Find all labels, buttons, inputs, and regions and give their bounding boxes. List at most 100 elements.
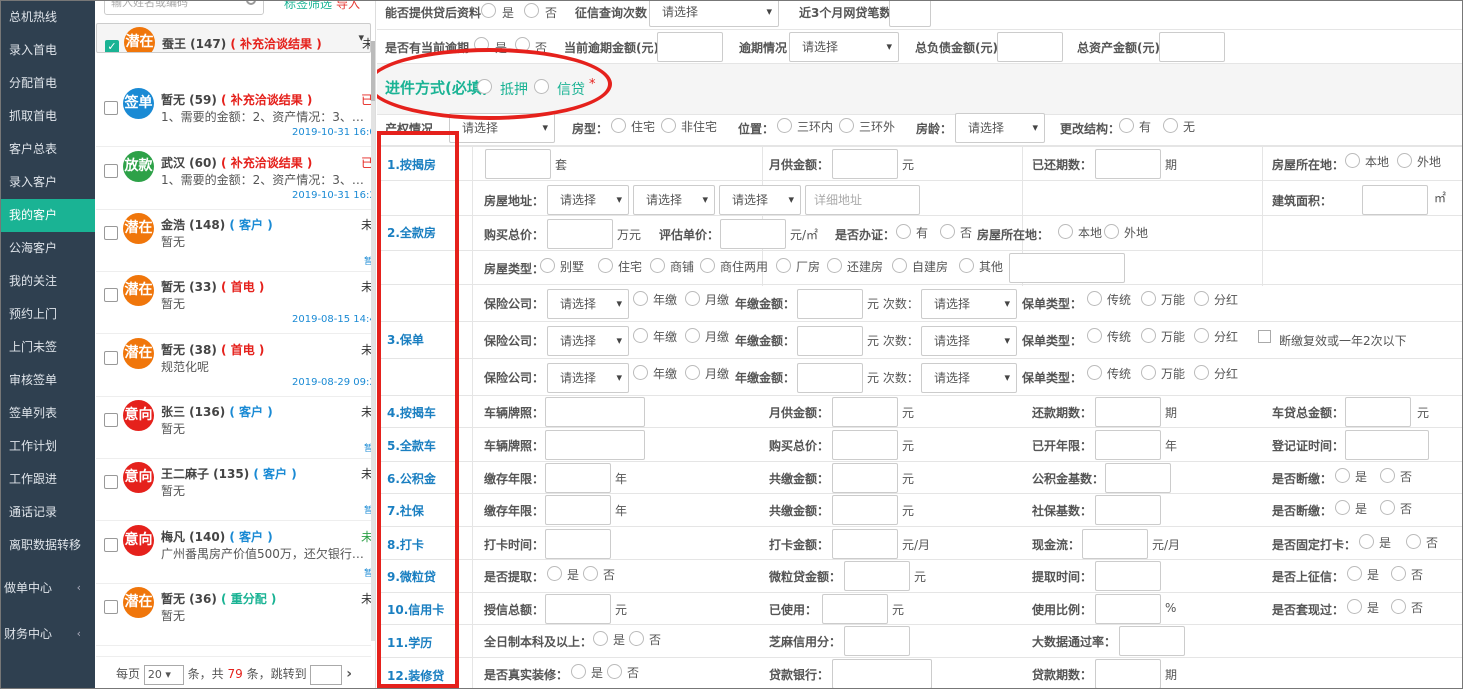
list-item[interactable]: 意向 王二麻子 (135) ( 客户 ) 未暂无暂 (96, 459, 373, 521)
social-total-input[interactable] (832, 495, 898, 525)
select-dropdown[interactable]: 请选择 (921, 326, 1017, 356)
sidebar-item[interactable]: 工作跟进 (1, 463, 95, 496)
customer-name[interactable]: 暂无 (36) ( 重分配 ) (161, 590, 276, 607)
credit-limit-input[interactable] (545, 594, 611, 624)
import-link[interactable]: 导入 (336, 1, 360, 12)
zhima-score-input[interactable] (844, 626, 910, 656)
annual-amount-input[interactable] (797, 363, 863, 393)
radio-button[interactable] (661, 118, 676, 133)
withdraw-time-input[interactable] (1095, 561, 1161, 591)
select-dropdown[interactable]: 请选择 (955, 113, 1045, 143)
radio-button[interactable] (940, 224, 955, 239)
radio-button[interactable] (524, 3, 539, 18)
radio-button[interactable] (1380, 468, 1395, 483)
radio-button[interactable] (896, 224, 911, 239)
punch-time-input[interactable] (545, 529, 611, 559)
sidebar-item[interactable]: 公海客户 (1, 232, 95, 265)
radio-button[interactable] (1359, 534, 1374, 549)
sidebar-item[interactable]: 录入首电 (1, 34, 95, 67)
radio-button[interactable] (633, 291, 648, 306)
car-plate-input[interactable] (545, 430, 645, 460)
list-item-checkbox[interactable] (104, 538, 118, 552)
radio-button[interactable] (1406, 534, 1421, 549)
radio-button[interactable] (1347, 566, 1362, 581)
radio-button[interactable] (1141, 291, 1156, 306)
list-item-checkbox[interactable] (104, 164, 118, 178)
monthly-payment-input[interactable] (832, 149, 898, 179)
radio-button[interactable] (1141, 365, 1156, 380)
sidebar-item[interactable]: 抓取首电 (1, 100, 95, 133)
customer-name[interactable]: 金浩 (148) ( 客户 ) (161, 216, 273, 233)
radio-button[interactable] (685, 365, 700, 380)
radio-button[interactable] (633, 365, 648, 380)
select-dropdown[interactable]: 请选择 (633, 185, 715, 215)
per-page-select[interactable]: 20 ▾ (143, 664, 184, 685)
radio-button[interactable] (607, 664, 622, 679)
list-item[interactable]: 放款 武汉 (60) ( 补充洽谈结果 ) 已 1、需要的金额：2、资产情况：3、工.… (96, 148, 375, 210)
sidebar-section[interactable]: 做单中心 ‹ (1, 568, 95, 608)
select-dropdown[interactable]: 请选择 (547, 289, 629, 319)
list-item-checkbox[interactable] (104, 475, 118, 489)
address-detail-input[interactable]: 详细地址 (805, 185, 920, 215)
list-item-checkbox[interactable] (104, 288, 118, 302)
cash-flow-input[interactable] (1082, 529, 1148, 559)
car-periods-input[interactable] (1095, 397, 1161, 427)
customer-name[interactable]: 张三 (136) ( 客户 ) (161, 403, 273, 420)
sidebar-item[interactable]: 签单列表 (1, 397, 95, 430)
radio-button[interactable] (959, 258, 974, 273)
fund-total-input[interactable] (832, 463, 898, 493)
car-monthly-input[interactable] (832, 397, 898, 427)
customer-name[interactable]: 武汉 (60) ( 补充洽谈结果 ) (161, 154, 312, 171)
select-dropdown[interactable]: 请选择 (921, 363, 1017, 393)
total-debt-input[interactable] (997, 32, 1063, 62)
other-type-input[interactable] (1009, 253, 1125, 283)
social-base-input[interactable] (1095, 495, 1161, 525)
radio-button[interactable] (1335, 500, 1350, 515)
radio-button[interactable] (1119, 118, 1134, 133)
radio-button[interactable] (685, 328, 700, 343)
select-dropdown[interactable]: 请选择 (921, 289, 1017, 319)
list-scrollbar-thumb[interactable] (371, 41, 375, 101)
online-loan-count-input[interactable] (889, 1, 931, 27)
list-item[interactable]: ✓潜在蚕王 (147) ( 补充洽谈结果 )未暂无2019-10-28 16:0… (96, 23, 371, 53)
sidebar-item[interactable]: 客户总表 (1, 133, 95, 166)
radio-button[interactable] (1058, 224, 1073, 239)
list-item[interactable]: 潜在 金浩 (148) ( 客户 ) 未暂无暂 (96, 210, 373, 272)
radio-button[interactable] (598, 258, 613, 273)
radio-button[interactable] (1347, 599, 1362, 614)
credit-ratio-input[interactable] (1095, 594, 1161, 624)
sidebar-item[interactable]: 预约上门 (1, 298, 95, 331)
tag-filter-link[interactable]: 标签筛选 (284, 1, 332, 12)
radio-button[interactable] (481, 3, 496, 18)
radio-button[interactable] (1391, 599, 1406, 614)
radio-button[interactable] (1194, 365, 1209, 380)
list-item-checkbox[interactable] (104, 101, 118, 115)
radio-button[interactable] (700, 258, 715, 273)
radio-button[interactable] (1345, 153, 1360, 168)
customer-name[interactable]: 暂无 (33) ( 首电 ) (161, 278, 264, 295)
radio-button[interactable] (1087, 365, 1102, 380)
select-dropdown[interactable]: 请选择 (789, 32, 899, 62)
bigdata-rate-input[interactable] (1119, 626, 1185, 656)
building-area-input[interactable] (1362, 185, 1428, 215)
radio-button[interactable] (1163, 118, 1178, 133)
sidebar-item[interactable]: 工作计划 (1, 430, 95, 463)
radio-button[interactable] (593, 631, 608, 646)
list-item[interactable]: 潜在 暂无 (36) ( 重分配 ) 未暂无 (96, 584, 373, 646)
list-item-checkbox[interactable] (104, 351, 118, 365)
radio-button[interactable] (611, 118, 626, 133)
select-dropdown[interactable]: 请选择 (547, 363, 629, 393)
next-page-button[interactable]: › (346, 666, 352, 682)
loan-periods-input[interactable] (1095, 659, 1161, 688)
list-item-checkbox[interactable] (104, 226, 118, 240)
car-price-input[interactable] (832, 430, 898, 460)
paid-periods-input[interactable] (1095, 149, 1161, 179)
punch-amount-input[interactable] (832, 529, 898, 559)
lapse-checkbox[interactable] (1258, 330, 1271, 343)
purchase-price-input[interactable] (547, 219, 613, 249)
radio-button[interactable] (1194, 291, 1209, 306)
select-dropdown[interactable]: 请选择 (649, 1, 779, 27)
house-count-input[interactable] (485, 149, 551, 179)
select-dropdown[interactable]: 请选择 (547, 185, 629, 215)
radio-button[interactable] (650, 258, 665, 273)
